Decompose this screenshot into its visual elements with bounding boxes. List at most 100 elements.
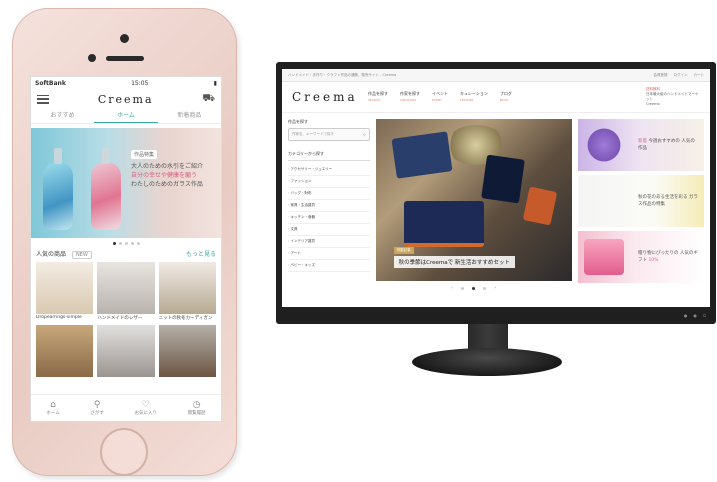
nav-item-label: 作品を探す [368, 91, 388, 96]
carousel-dot[interactable] [118, 242, 122, 245]
header-ad[interactable]: 送料無料 日本最大級のハンドメイドマーケット Creema [646, 87, 700, 107]
see-more-link[interactable]: もっと見る [186, 249, 216, 258]
sensor-icon [88, 54, 96, 62]
search-icon[interactable]: ⚲ [363, 133, 366, 137]
promo-banner[interactable]: 秋の花のある生活を彩る ガラス作品の特集 [577, 175, 704, 227]
banner-image [583, 239, 624, 275]
product-card[interactable] [97, 325, 155, 377]
app-logo[interactable]: Creema [98, 93, 154, 106]
hero-caption-line: 自分の幸せや健康を願う [131, 172, 198, 179]
nav-item-creators[interactable]: 作家を探す CREATORS [400, 91, 420, 103]
nav-history[interactable]: ◷ 閲覧履歴 [188, 400, 206, 416]
hero-badge: 作品特集 [131, 150, 158, 159]
category-item[interactable]: アクセサリー・ジュエリー [288, 164, 370, 176]
product-grid: Dropearrings-simple ハンドメイドのレザー ニットの秋冬カーデ… [31, 258, 221, 377]
wallet-image [522, 186, 557, 226]
hamburger-menu-icon[interactable] [37, 94, 49, 104]
hero-caption-line: わたしのためのガラス作品 [131, 181, 203, 188]
carousel-dots [31, 242, 221, 245]
banner-accent: 10% [648, 258, 659, 263]
product-image [97, 325, 155, 377]
product-label: ニットの秋冬カーディガン [158, 316, 213, 321]
ad-line: 送料無料 [646, 87, 660, 91]
carousel-dot[interactable] [130, 242, 134, 245]
keyword-search-input[interactable]: 作家名、キーワードで探す ⚲ [288, 128, 370, 141]
bottom-navigation: ⌂ ホーム ⚲ さがす ♡ お気に入り ◷ 閲覧履歴 [31, 394, 221, 421]
product-card[interactable]: Dropearrings-simple [36, 262, 94, 321]
power-icon[interactable]: ⏻ [703, 313, 706, 318]
promo-banner[interactable]: 贈り物にぴったりの 人気のギフト 10% [577, 231, 704, 283]
nav-item-label: キュレーション [460, 91, 488, 96]
bezel-button[interactable]: ● [693, 313, 697, 318]
carousel-dot[interactable] [136, 242, 140, 245]
banner-accent: 新着 [638, 139, 647, 144]
monitor-screen: ハンドメイド・手作り・クラフト作品の通販、販売サイト - Creema 会員登録… [282, 69, 710, 307]
carousel-dot[interactable] [124, 242, 128, 245]
search-heading: 作品を探す [288, 119, 308, 124]
category-list: アクセサリー・ジュエリー ファッション バッグ・財布 家具・生活雑貨 キッチン・… [288, 164, 370, 272]
ad-line: 日本最大級のハンドメイドマーケット [646, 92, 699, 101]
category-item[interactable]: ベビー・キッズ [288, 260, 370, 272]
product-card[interactable] [36, 325, 94, 377]
pager-dot[interactable] [461, 286, 465, 290]
category-item[interactable]: アート [288, 248, 370, 260]
carrier-label: SoftBank [35, 79, 66, 87]
category-item[interactable]: バッグ・財布 [288, 188, 370, 200]
nav-item-event[interactable]: イベント EVENT [432, 91, 448, 103]
hero-tag: 特集記事 [393, 247, 414, 254]
tab-home[interactable]: ホーム [94, 109, 158, 123]
product-label: ハンドメイドのレザー [97, 316, 143, 321]
earpiece-speaker [106, 56, 144, 61]
nav-home[interactable]: ⌂ ホーム [46, 400, 59, 416]
login-link[interactable]: ログイン [674, 73, 688, 78]
category-item[interactable]: 家具・生活雑貨 [288, 200, 370, 212]
cart-link[interactable]: カート [694, 73, 705, 78]
product-card[interactable] [158, 325, 216, 377]
product-image [36, 325, 94, 377]
tab-new-items[interactable]: 新着商品 [158, 109, 221, 123]
smartphone-device: SoftBank 15:05 ▮ Creema ⛟ おすすめ ホーム 新着商品 … [12, 8, 237, 476]
status-bar: SoftBank 15:05 ▮ [31, 77, 221, 89]
carousel-dot[interactable] [112, 242, 116, 245]
hero-caption: 大人のための水引をご紹介 自分の幸せや健康を願う わたしのためのガラス作品 [131, 162, 215, 189]
nav-label: ホーム [46, 411, 60, 416]
nav-item-search[interactable]: 作品を探す SEARCH [368, 91, 388, 103]
home-button[interactable] [100, 428, 148, 476]
search-icon: ⚲ [93, 400, 101, 410]
product-image [36, 262, 94, 314]
category-item[interactable]: キッチン・食器 [288, 212, 370, 224]
pager-dot[interactable] [472, 286, 476, 290]
nav-label: お気に入り [134, 411, 158, 416]
nav-item-label: 作家を探す [400, 91, 420, 96]
nav-item-sub: FEATURE [460, 98, 474, 102]
promo-banner[interactable]: 新着 今週おすすめの 人気の作品 [577, 119, 704, 171]
category-item[interactable]: インテリア雑貨 [288, 236, 370, 248]
clock: 15:05 [131, 79, 149, 87]
banner-text: 新着 今週おすすめの 人気の作品 [638, 138, 698, 152]
product-card[interactable]: ニットの秋冬カーディガン [158, 262, 216, 321]
app-tabs: おすすめ ホーム 新着商品 [31, 109, 221, 124]
product-card[interactable]: ハンドメイドのレザー [97, 262, 155, 321]
section-header: 人気の商品 NEW もっと見る [31, 249, 221, 259]
site-body: 作品を探す 作家名、キーワードで探す ⚲ カテゴリーから探す アクセサリー・ジュ… [282, 113, 710, 295]
category-item[interactable]: 文具 [288, 224, 370, 236]
tab-recommended[interactable]: おすすめ [31, 109, 94, 123]
hero-banner[interactable]: 作品特集 大人のための水引をご紹介 自分の幸せや健康を願う わたしのためのガラス… [31, 128, 221, 238]
bezel-button[interactable]: ● [684, 313, 688, 318]
nav-item-curation[interactable]: キュレーション FEATURE [460, 91, 488, 103]
register-link[interactable]: 会員登録 [654, 73, 668, 78]
site-logo[interactable]: Creema [292, 90, 362, 104]
hero-caption-line: 大人のための水引をご紹介 [131, 163, 204, 170]
nav-favorites[interactable]: ♡ お気に入り [135, 400, 158, 416]
nav-item-blog[interactable]: ブログ BLOG [500, 91, 512, 103]
main-hero-banner[interactable]: 特集記事 秋の季節はCreemaで 新生活おすすめセット [375, 119, 572, 281]
prev-arrow-icon[interactable]: ‹ [451, 285, 453, 291]
cart-icon[interactable]: ⛟ [202, 93, 215, 106]
pager-dot[interactable] [483, 286, 487, 290]
home-icon: ⌂ [50, 400, 56, 410]
nav-search[interactable]: ⚲ さがす [90, 400, 104, 416]
next-arrow-icon[interactable]: › [494, 285, 496, 291]
nav-label: 閲覧履歴 [187, 411, 206, 416]
search-placeholder: 作家名、キーワードで探す [292, 132, 334, 136]
category-item[interactable]: ファッション [288, 176, 370, 188]
